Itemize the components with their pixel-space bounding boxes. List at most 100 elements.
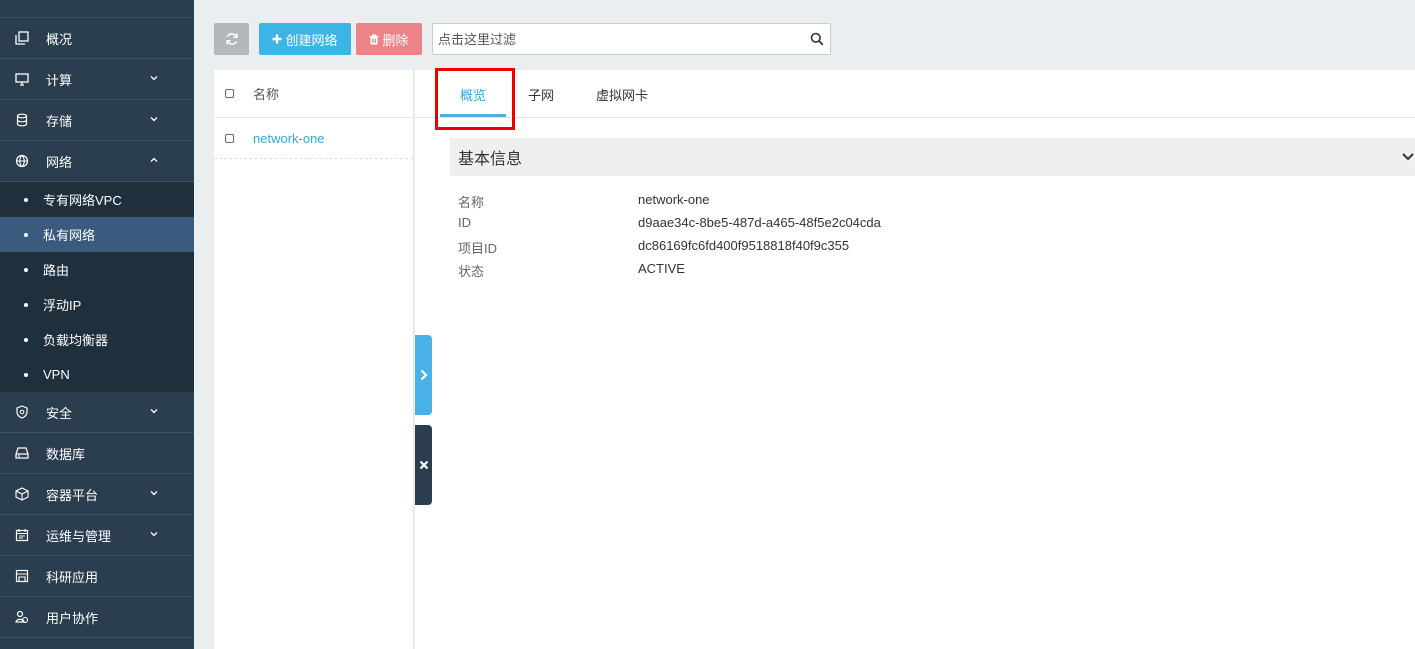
- basic-info-section-header[interactable]: 基本信息: [450, 138, 1415, 176]
- sidebar-subitem-router[interactable]: 路由: [0, 252, 194, 287]
- sidebar-item-label: 存储: [46, 113, 73, 129]
- info-key: 状态: [458, 264, 485, 279]
- users-icon: [12, 607, 32, 627]
- database-icon: [12, 110, 32, 130]
- sidebar-item-network[interactable]: 网络: [0, 141, 194, 182]
- shield-icon: [12, 402, 32, 422]
- sidebar-item-label: 数据库: [46, 446, 86, 462]
- info-value: dc86169fc6fd400f9518818f40f9c355: [638, 238, 850, 253]
- refresh-button[interactable]: [214, 23, 249, 55]
- detail-tabs: 概览 子网 虚拟网卡: [415, 68, 1415, 130]
- tab-virtual-nic[interactable]: 虚拟网卡: [596, 85, 648, 104]
- chevron-down-icon: [150, 117, 158, 122]
- sidebar-item-label: 科研应用: [46, 569, 99, 585]
- info-value: ACTIVE: [638, 261, 685, 276]
- chevron-down-icon: [150, 532, 158, 537]
- refresh-icon: [225, 33, 238, 45]
- network-submenu: 专有网络VPC 私有网络 路由 浮动IP 负载均衡器 VPN: [0, 182, 194, 392]
- create-network-label: 创建网络: [285, 32, 338, 48]
- sidebar-item-research[interactable]: 科研应用: [0, 556, 194, 597]
- info-row-project-id: 项目ID dc86169fc6fd400f9518818f40f9c355: [458, 238, 849, 258]
- sidebar-subitem-vpn[interactable]: VPN: [0, 357, 194, 392]
- subitem-label: 负载均衡器: [43, 333, 109, 348]
- subitem-label: 专有网络VPC: [43, 193, 122, 208]
- tab-subnet[interactable]: 子网: [528, 85, 554, 104]
- filter-input[interactable]: [438, 31, 798, 47]
- bullet-icon: [24, 302, 28, 307]
- section-title: 基本信息: [458, 151, 523, 168]
- bullet-icon: [24, 372, 28, 377]
- chevron-down-icon: [1402, 153, 1414, 161]
- bullet-icon: [24, 197, 28, 202]
- overview-icon: [12, 28, 32, 48]
- cube-icon: [12, 484, 32, 504]
- monitor-icon: [12, 69, 32, 89]
- search-icon[interactable]: [810, 32, 824, 46]
- sidebar-item-database[interactable]: 数据库: [0, 433, 194, 474]
- chevron-down-icon: [150, 76, 158, 81]
- delete-button[interactable]: 删除: [356, 23, 422, 55]
- sidebar-item-label: 用户协作: [46, 610, 99, 626]
- subitem-label: 浮动IP: [43, 298, 82, 313]
- info-key: 项目ID: [458, 241, 498, 256]
- sidebar-subitem-private-network[interactable]: 私有网络: [0, 217, 194, 252]
- row-checkbox[interactable]: [225, 133, 234, 143]
- sidebar-item-security[interactable]: 安全: [0, 392, 194, 433]
- chevron-down-icon: [150, 409, 158, 414]
- chevron-up-icon: [150, 157, 158, 162]
- db-drive-icon: [12, 443, 32, 463]
- network-icon: [12, 151, 32, 171]
- toolbar: 创建网络 删除: [214, 23, 831, 55]
- sidebar-subitem-floating-ip[interactable]: 浮动IP: [0, 287, 194, 322]
- bullet-icon: [24, 232, 28, 237]
- info-value: d9aae34c-8be5-487d-a465-48f5e2c04cda: [638, 215, 881, 230]
- plus-icon: [272, 34, 282, 44]
- close-icon: [419, 460, 428, 470]
- create-network-button[interactable]: 创建网络: [259, 23, 351, 55]
- info-row-name: 名称 network-one: [458, 192, 710, 212]
- sidebar-item-compute[interactable]: 计算: [0, 59, 194, 100]
- sidebar-subitem-load-balancer[interactable]: 负载均衡器: [0, 322, 194, 357]
- info-value: network-one: [638, 192, 710, 207]
- expand-panel-handle[interactable]: [415, 335, 432, 415]
- info-row-status: 状态 ACTIVE: [458, 261, 685, 281]
- delete-label: 删除: [382, 32, 409, 48]
- sidebar-subitem-vpc[interactable]: 专有网络VPC: [0, 182, 194, 217]
- sidebar-item-ops[interactable]: 运维与管理: [0, 515, 194, 556]
- chevron-right-icon: [420, 369, 428, 381]
- network-list-panel: 名称 network-one: [214, 70, 414, 649]
- chevron-down-icon: [150, 491, 158, 496]
- store-icon: [12, 566, 32, 586]
- subitem-label: 路由: [43, 263, 70, 278]
- close-panel-handle[interactable]: [415, 425, 432, 505]
- sidebar-item-label: 计算: [46, 72, 73, 88]
- sidebar-item-overview[interactable]: 概况: [0, 18, 194, 59]
- sidebar-item-collaboration[interactable]: 用户协作: [0, 597, 194, 638]
- highlight-annotation-box: [435, 68, 515, 130]
- list-header: 名称: [214, 70, 413, 118]
- info-key: 名称: [458, 195, 485, 210]
- sidebar-item-label: 容器平台: [46, 487, 99, 503]
- sidebar-item-label: 网络: [46, 154, 73, 170]
- subitem-label: 私有网络: [43, 228, 96, 243]
- sidebar-item-label: 运维与管理: [46, 528, 112, 544]
- info-row-id: ID d9aae34c-8be5-487d-a465-48f5e2c04cda: [458, 215, 881, 235]
- sidebar: 概况 计算 存储 网络 专有网络VPC 私有网络 路由 浮动IP 负载均衡器 V…: [0, 0, 194, 649]
- sidebar-item-label: 概况: [46, 31, 73, 47]
- trash-icon: [369, 33, 379, 44]
- calendar-icon: [12, 525, 32, 545]
- sidebar-item-label: 安全: [46, 405, 73, 421]
- filter-search-box: [432, 23, 831, 55]
- bullet-icon: [24, 267, 28, 272]
- network-name-link[interactable]: network-one: [253, 131, 325, 146]
- subitem-label: VPN: [43, 367, 70, 382]
- select-all-checkbox[interactable]: [225, 89, 234, 98]
- sidebar-item-container[interactable]: 容器平台: [0, 474, 194, 515]
- detail-panel: 概览 子网 虚拟网卡 基本信息 名称 network-one ID d9aae3…: [415, 68, 1415, 649]
- bullet-icon: [24, 337, 28, 342]
- column-header-name: 名称: [253, 87, 280, 102]
- sidebar-item-storage[interactable]: 存储: [0, 100, 194, 141]
- list-item[interactable]: network-one: [214, 118, 413, 159]
- sidebar-top: [0, 0, 194, 18]
- info-key: ID: [458, 215, 471, 230]
